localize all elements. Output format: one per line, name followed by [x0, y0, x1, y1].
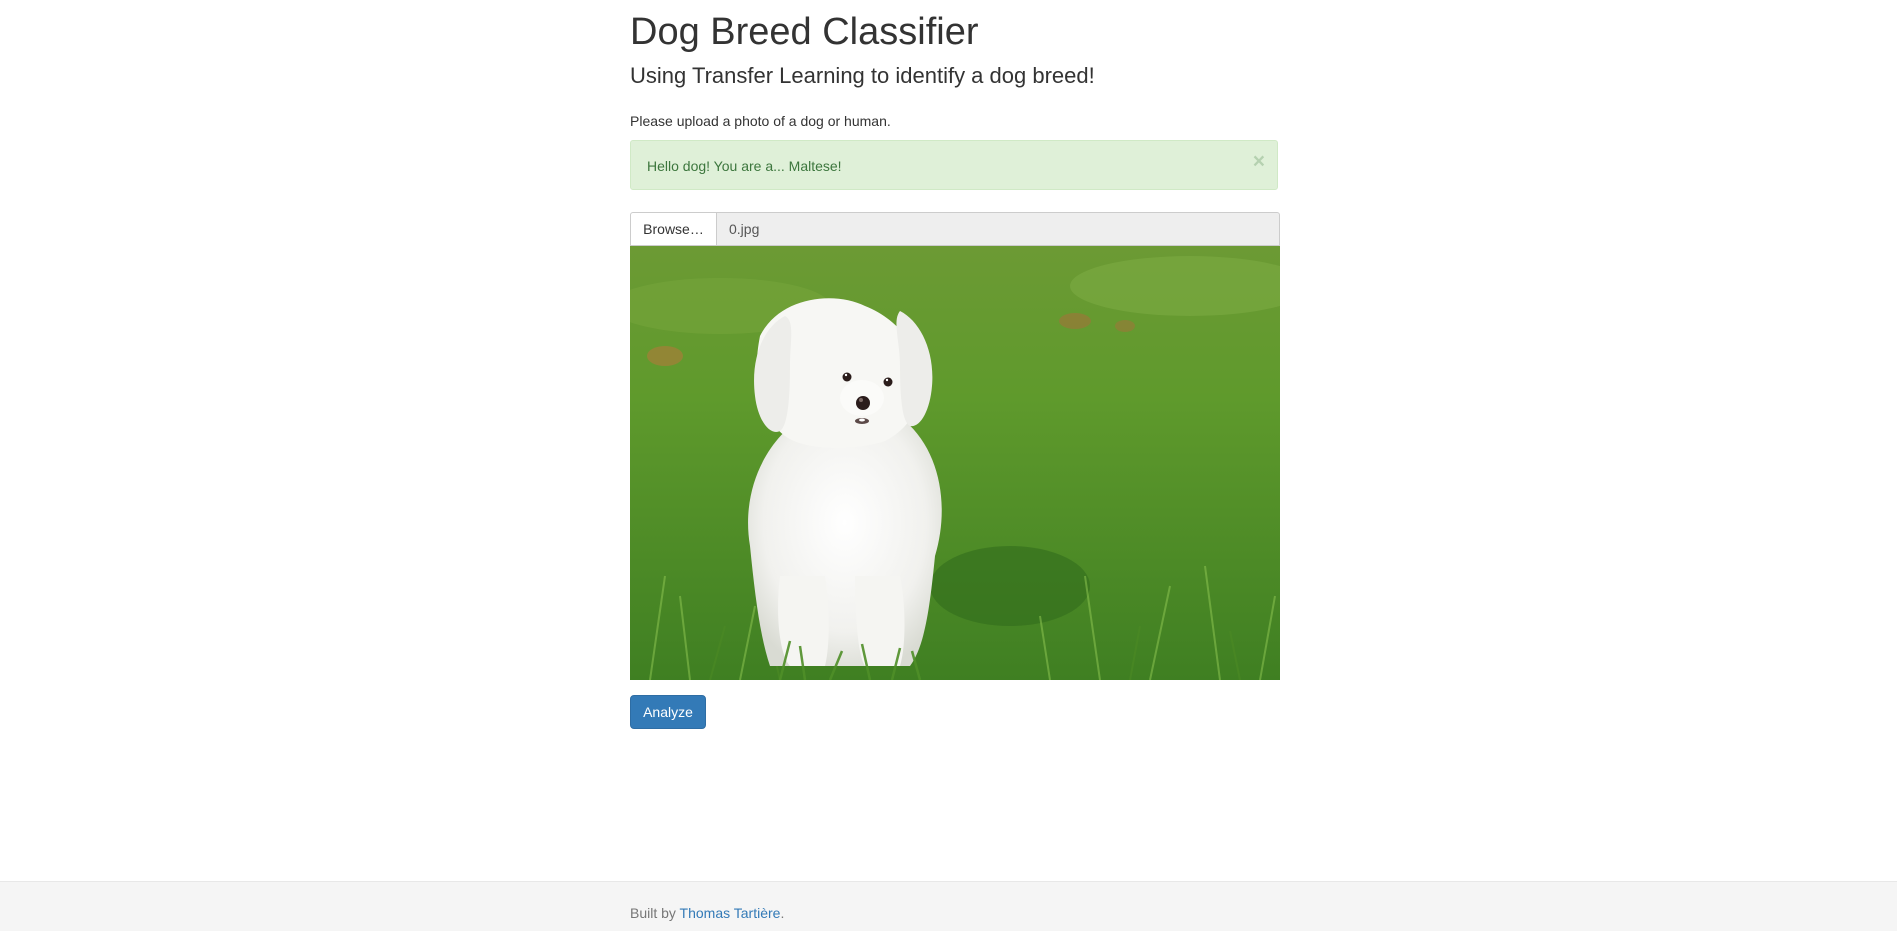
file-input-group: Browse… 0.jpg	[630, 212, 1280, 246]
dog-photo	[630, 246, 1280, 680]
author-link[interactable]: Thomas Tartière	[680, 905, 781, 921]
file-name-field[interactable]: 0.jpg	[716, 212, 1280, 246]
browse-button[interactable]: Browse…	[630, 212, 717, 246]
result-message: Hello dog! You are a... Maltese!	[647, 158, 842, 174]
page-title: Dog Breed Classifier	[630, 11, 979, 53]
result-alert: Hello dog! You are a... Maltese! ×	[630, 140, 1278, 190]
footer-prefix: Built by	[630, 905, 680, 921]
image-preview	[630, 246, 1280, 680]
footer-suffix: .	[780, 905, 785, 921]
page-subtitle: Using Transfer Learning to identify a do…	[630, 63, 1095, 88]
upload-instructions: Please upload a photo of a dog or human.	[630, 113, 891, 129]
footer-credit: Built by Thomas Tartière.	[630, 903, 784, 923]
close-icon[interactable]: ×	[1253, 151, 1265, 172]
footer: Built by Thomas Tartière.	[0, 881, 1897, 931]
analyze-button[interactable]: Analyze	[630, 695, 706, 729]
page: Dog Breed Classifier Using Transfer Lear…	[0, 0, 1897, 931]
